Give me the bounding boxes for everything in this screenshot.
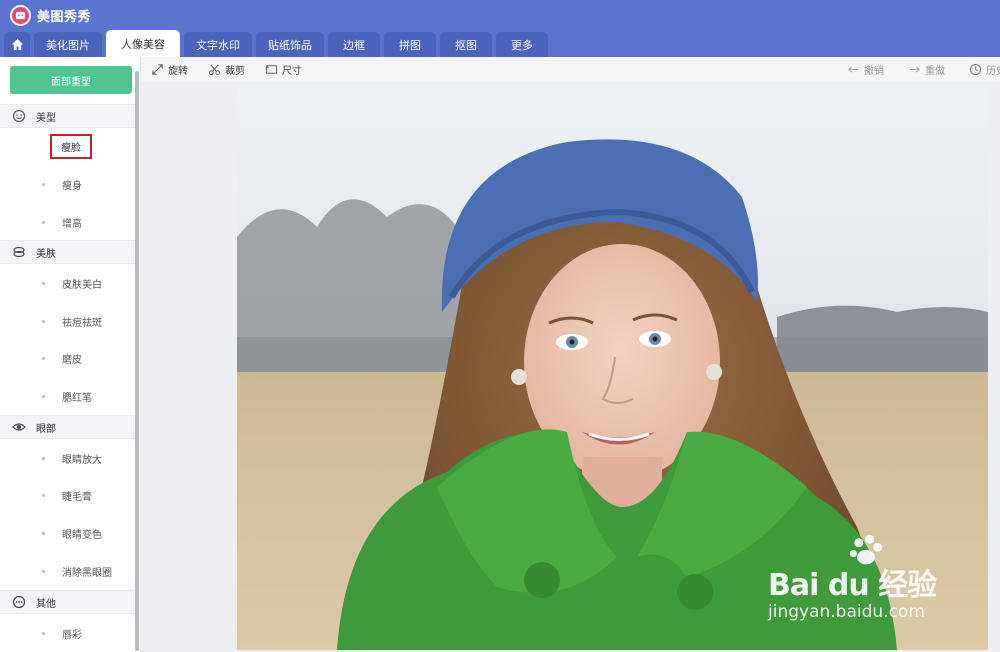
tab-cutout[interactable]: 抠图 — [440, 32, 492, 57]
rotate-icon — [152, 64, 163, 75]
tab-collage[interactable]: 拼图 — [384, 32, 436, 57]
face-icon — [12, 109, 26, 123]
section-other[interactable]: 其他 — [0, 590, 136, 614]
size-label: 尺寸 — [282, 66, 302, 77]
tab-portrait-beauty[interactable]: 人像美容 — [106, 30, 180, 57]
sidebar-item-eye-color[interactable]: 眼睛变色 — [0, 520, 136, 546]
size-button[interactable]: 尺寸 — [265, 62, 302, 77]
sidebar-item-eye-enlarge[interactable]: 眼睛放大 — [0, 445, 136, 471]
meitu-logo-icon — [10, 4, 31, 26]
tab-frames[interactable]: 边框 — [328, 32, 380, 57]
skin-icon — [12, 245, 26, 259]
sidebar-item-smoothing[interactable]: 磨皮 — [0, 345, 136, 371]
section-shape[interactable]: 美型 — [0, 104, 136, 128]
sidebar-item-label: 祛痘祛斑 — [62, 317, 102, 329]
redo-arrow-icon — [909, 66, 920, 73]
section-title: 其他 — [36, 598, 56, 610]
sidebar-item-heighten[interactable]: 增高 — [0, 209, 136, 235]
sidebar-item-skin-whitening[interactable]: 皮肤美白 — [0, 270, 136, 296]
sidebar-scrollbar[interactable] — [135, 71, 139, 651]
editing-canvas[interactable]: Bai du 经验 jingyan.baidu.com — [141, 82, 1000, 652]
sidebar-item-lip-color[interactable]: 唇彩 — [0, 620, 136, 646]
sidebar-item-mascara[interactable]: 睫毛膏 — [0, 482, 136, 508]
section-title: 眼部 — [36, 423, 56, 435]
redo-button[interactable]: 重做 — [908, 62, 945, 77]
sidebar-item-label: 磨皮 — [62, 354, 82, 366]
face-reshape-button[interactable]: 面部重塑 — [10, 66, 132, 94]
resize-icon — [265, 65, 278, 74]
sidebar-item-label: 眼睛变色 — [62, 529, 102, 541]
rotate-label: 旋转 — [168, 66, 188, 77]
sidebar-item-blush[interactable]: 腮红笔 — [0, 383, 136, 409]
sidebar-item-label: 瘦脸 — [50, 133, 92, 159]
sidebar-item-slim-face[interactable]: 瘦脸 — [0, 133, 136, 159]
tab-stickers[interactable]: 贴纸饰品 — [256, 32, 324, 57]
baidu-jingyan-watermark: Bai du 经验 jingyan.baidu.com — [768, 534, 988, 630]
title-bar: 美图秀秀 — [0, 0, 1000, 30]
sidebar-item-label: 增高 — [62, 218, 82, 230]
tab-text-watermark[interactable]: 文字水印 — [184, 32, 252, 57]
undo-button[interactable]: 撤销 — [847, 62, 884, 77]
sidebar: 面部重塑 美型 瘦脸 瘦身 增高 美肤 皮肤美白 祛痘祛斑 磨皮 腮红笔 眼部 … — [0, 57, 141, 652]
section-skin[interactable]: 美肤 — [0, 240, 136, 264]
history-label: 历史 — [986, 66, 1000, 77]
history-button[interactable]: 历史 — [969, 62, 1000, 77]
rotate-button[interactable]: 旋转 — [151, 62, 188, 77]
edit-toolbar: 旋转 裁剪 尺寸 撤销 重做 历史 — [141, 57, 1000, 82]
sidebar-item-label: 唇彩 — [62, 629, 82, 641]
undo-label: 撤销 — [864, 66, 884, 77]
eye-icon — [12, 420, 26, 434]
watermark-brand: Bai du 经验 — [768, 568, 937, 603]
scissors-icon — [208, 64, 221, 76]
main-tab-bar: 美化图片 人像美容 文字水印 贴纸饰品 边框 拼图 抠图 更多 — [0, 30, 1000, 57]
clock-icon — [969, 63, 982, 76]
more-dots-icon — [12, 595, 26, 609]
section-eyes[interactable]: 眼部 — [0, 415, 136, 439]
section-title: 美型 — [36, 112, 56, 124]
redo-label: 重做 — [925, 66, 945, 77]
tab-more[interactable]: 更多 — [496, 32, 548, 57]
sidebar-item-label: 皮肤美白 — [62, 279, 102, 291]
crop-button[interactable]: 裁剪 — [208, 62, 245, 77]
sidebar-item-acne-removal[interactable]: 祛痘祛斑 — [0, 308, 136, 334]
home-icon — [11, 38, 23, 51]
sidebar-item-label: 腮红笔 — [62, 392, 92, 404]
section-title: 美肤 — [36, 248, 56, 260]
sidebar-item-label: 消除黑眼圈 — [62, 567, 112, 579]
sidebar-item-dark-circles[interactable]: 消除黑眼圈 — [0, 558, 136, 584]
undo-arrow-icon — [848, 66, 859, 73]
sidebar-item-slim-body[interactable]: 瘦身 — [0, 171, 136, 197]
home-tab[interactable] — [4, 32, 30, 57]
sidebar-item-label: 瘦身 — [62, 180, 82, 192]
sidebar-item-label: 眼睛放大 — [62, 454, 102, 466]
crop-label: 裁剪 — [225, 66, 245, 77]
sidebar-item-label: 睫毛膏 — [62, 491, 92, 503]
app-title: 美图秀秀 — [37, 9, 92, 25]
watermark-url: jingyan.baidu.com — [768, 602, 925, 622]
tab-beautify-photo[interactable]: 美化图片 — [34, 32, 102, 57]
